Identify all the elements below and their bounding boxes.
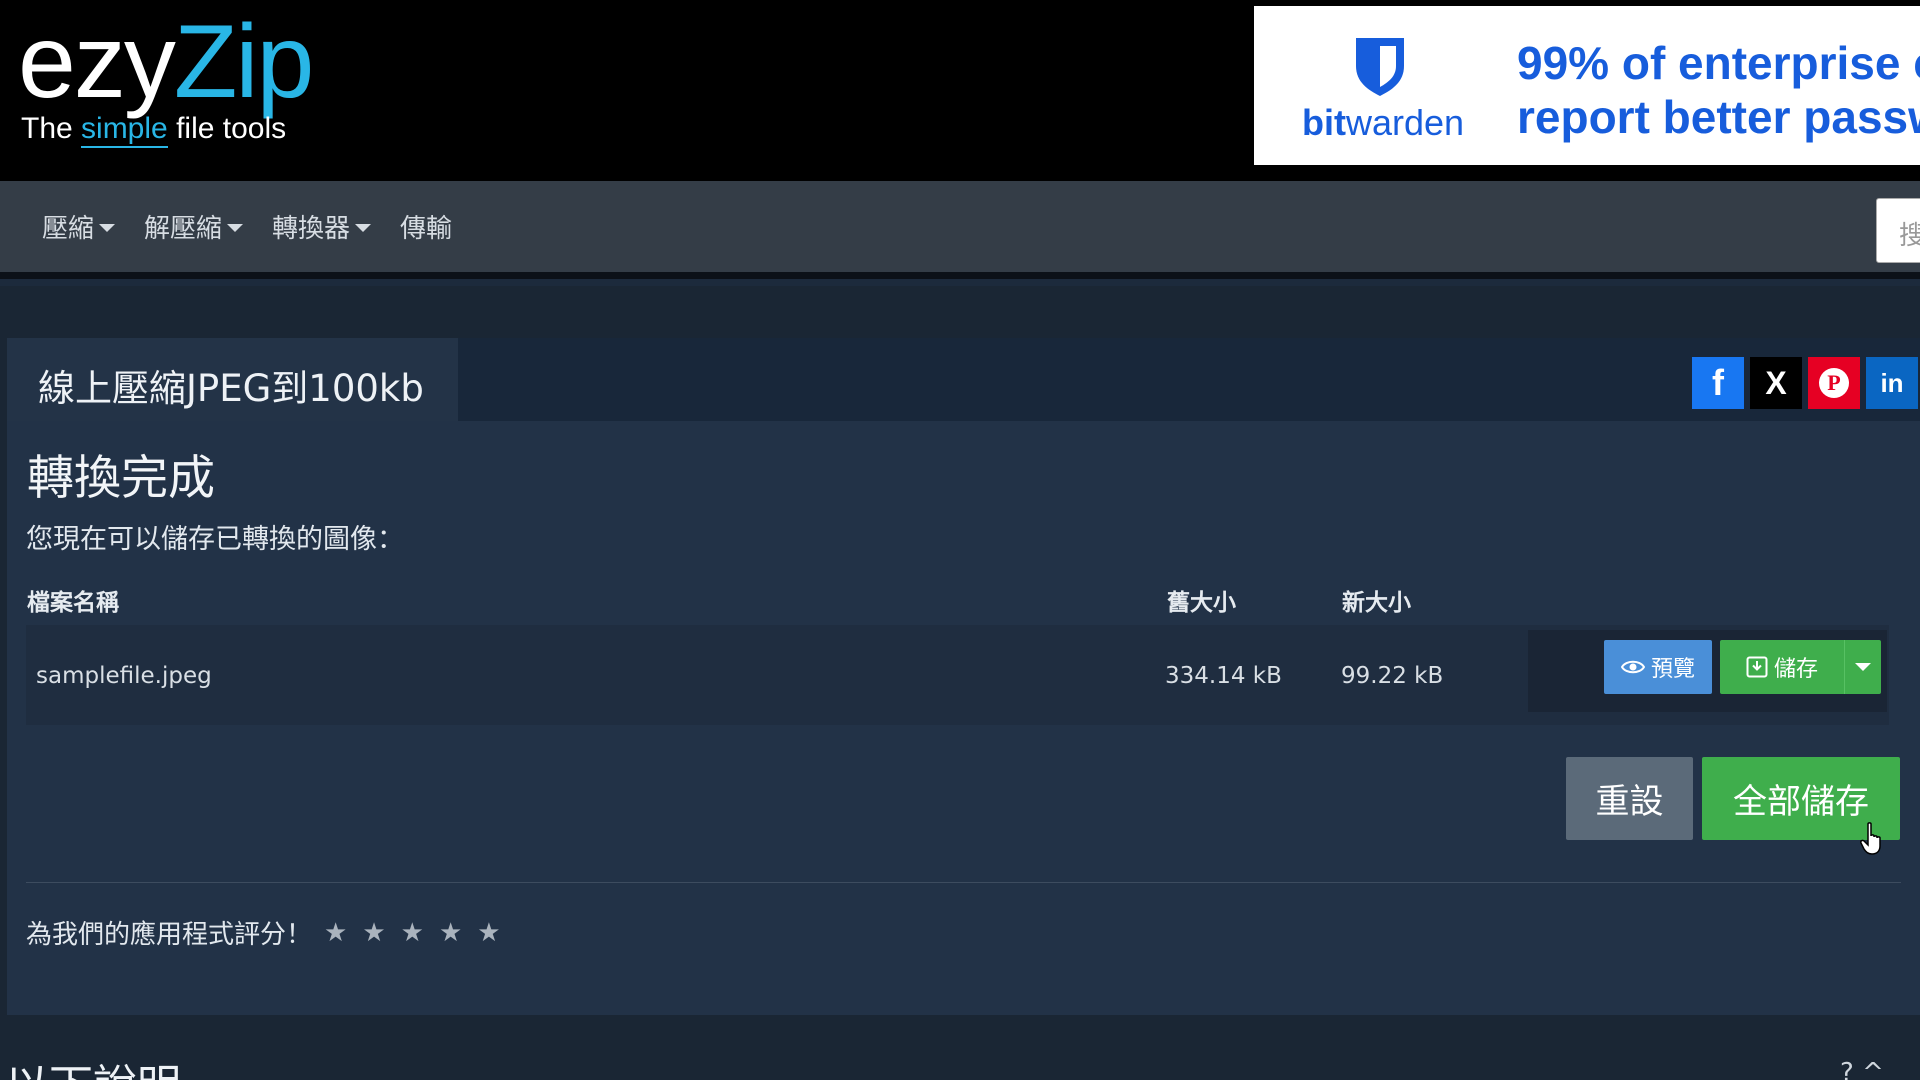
x-icon: X — [1765, 364, 1787, 401]
tagline-suffix: file tools — [167, 112, 287, 145]
nav-item-transfer[interactable]: 傳輸 — [400, 208, 452, 245]
nav-item-decompress[interactable]: 解壓縮 — [144, 208, 244, 245]
star-1-icon[interactable]: ★ — [324, 918, 347, 948]
help-toggle[interactable]: ? ^ — [1840, 1058, 1884, 1080]
caret-down-icon — [99, 224, 116, 232]
tagline-simple: simple — [81, 112, 168, 148]
save-options-dropdown[interactable] — [1844, 640, 1881, 694]
tab-compress-jpeg[interactable]: 線上壓縮JPEG到100kb — [7, 338, 458, 421]
page-title: 轉換完成 — [27, 451, 215, 506]
nav-label: 壓縮 — [42, 214, 95, 244]
star-3-icon[interactable]: ★ — [401, 918, 424, 948]
caret-down-icon — [355, 224, 372, 232]
nav-items: 壓縮 解壓縮 轉換器 傳輸 — [42, 181, 452, 272]
save-button[interactable]: 儲存 — [1720, 640, 1844, 694]
star-5-icon[interactable]: ★ — [477, 918, 500, 948]
main-content: 線上壓縮JPEG到100kb f X P in 轉換完成 您現在可以儲存已轉換的… — [0, 286, 1920, 1080]
brand-bit: bit — [1302, 102, 1346, 143]
pinterest-share-button[interactable]: P — [1808, 357, 1860, 409]
facebook-share-button[interactable]: f — [1692, 357, 1744, 409]
site-header: ezyZip The simple file tools bitwarden 9… — [0, 0, 1920, 181]
linkedin-share-button[interactable]: in — [1866, 357, 1918, 409]
column-header-new-size: 新大小 — [1342, 590, 1411, 616]
nav-label: 解壓縮 — [144, 214, 223, 244]
main-nav: 壓縮 解壓縮 轉換器 傳輸 搜 — [0, 181, 1920, 279]
ad-line-2: report better passw — [1517, 91, 1920, 143]
search-input[interactable]: 搜 — [1876, 198, 1920, 263]
ad-line-1: 99% of enterprise c — [1517, 37, 1920, 89]
file-name: samplefile.jpeg — [36, 663, 212, 689]
ad-copy: 99% of enterprise c report better passw — [1517, 36, 1920, 144]
save-label: 儲存 — [1773, 657, 1818, 682]
hand-cursor-icon — [1860, 822, 1886, 856]
star-rating: ★ ★ ★ ★ ★ — [324, 918, 501, 948]
star-2-icon[interactable]: ★ — [362, 918, 385, 948]
logo-ezy: ezy — [18, 4, 176, 120]
brand-warden: warden — [1345, 102, 1465, 143]
logo-zip: Zip — [173, 4, 314, 120]
bitwarden-ad-banner[interactable]: bitwarden 99% of enterprise c report bet… — [1254, 6, 1920, 165]
instructions-heading: 以下說明 — [5, 1050, 181, 1080]
logo-tagline: The simple file tools — [21, 112, 312, 148]
nav-label: 轉換器 — [272, 214, 351, 244]
caret-down-icon — [1855, 663, 1871, 671]
ezyzip-logo[interactable]: ezyZip The simple file tools — [18, 10, 314, 148]
caret-down-icon — [227, 224, 244, 232]
save-icon — [1746, 656, 1768, 678]
star-4-icon[interactable]: ★ — [439, 918, 462, 948]
divider — [26, 882, 1901, 883]
column-header-old-size: 舊大小 — [1167, 590, 1236, 616]
x-share-button[interactable]: X — [1750, 357, 1802, 409]
pinterest-icon: P — [1819, 368, 1849, 398]
preview-label: 預覽 — [1650, 657, 1695, 682]
linkedin-icon: in — [1880, 367, 1904, 398]
nav-label: 傳輸 — [400, 214, 453, 244]
result-panel: 轉換完成 您現在可以儲存已轉換的圖像： 檔案名稱 舊大小 新大小 samplef… — [7, 421, 1920, 1015]
preview-button[interactable]: 預覽 — [1604, 640, 1712, 694]
tagline-prefix: The — [21, 112, 82, 145]
old-size: 334.14 kB — [1165, 663, 1282, 689]
nav-item-converter[interactable]: 轉換器 — [272, 208, 372, 245]
rating-section: 為我們的應用程式評分！ ★ ★ ★ ★ ★ — [26, 914, 501, 951]
new-size: 99.22 kB — [1341, 663, 1444, 689]
facebook-icon: f — [1712, 362, 1724, 403]
bitwarden-shield-icon — [1352, 36, 1408, 98]
column-header-filename: 檔案名稱 — [27, 590, 119, 616]
nav-item-compress[interactable]: 壓縮 — [42, 208, 116, 245]
eye-icon — [1620, 659, 1645, 675]
panel-subtitle: 您現在可以儲存已轉換的圖像： — [26, 524, 404, 555]
logo-wordmark: ezyZip — [18, 10, 314, 114]
rating-label: 為我們的應用程式評分！ — [26, 920, 313, 950]
reset-button[interactable]: 重設 — [1566, 757, 1693, 840]
bitwarden-brand: bitwarden — [1302, 102, 1464, 144]
